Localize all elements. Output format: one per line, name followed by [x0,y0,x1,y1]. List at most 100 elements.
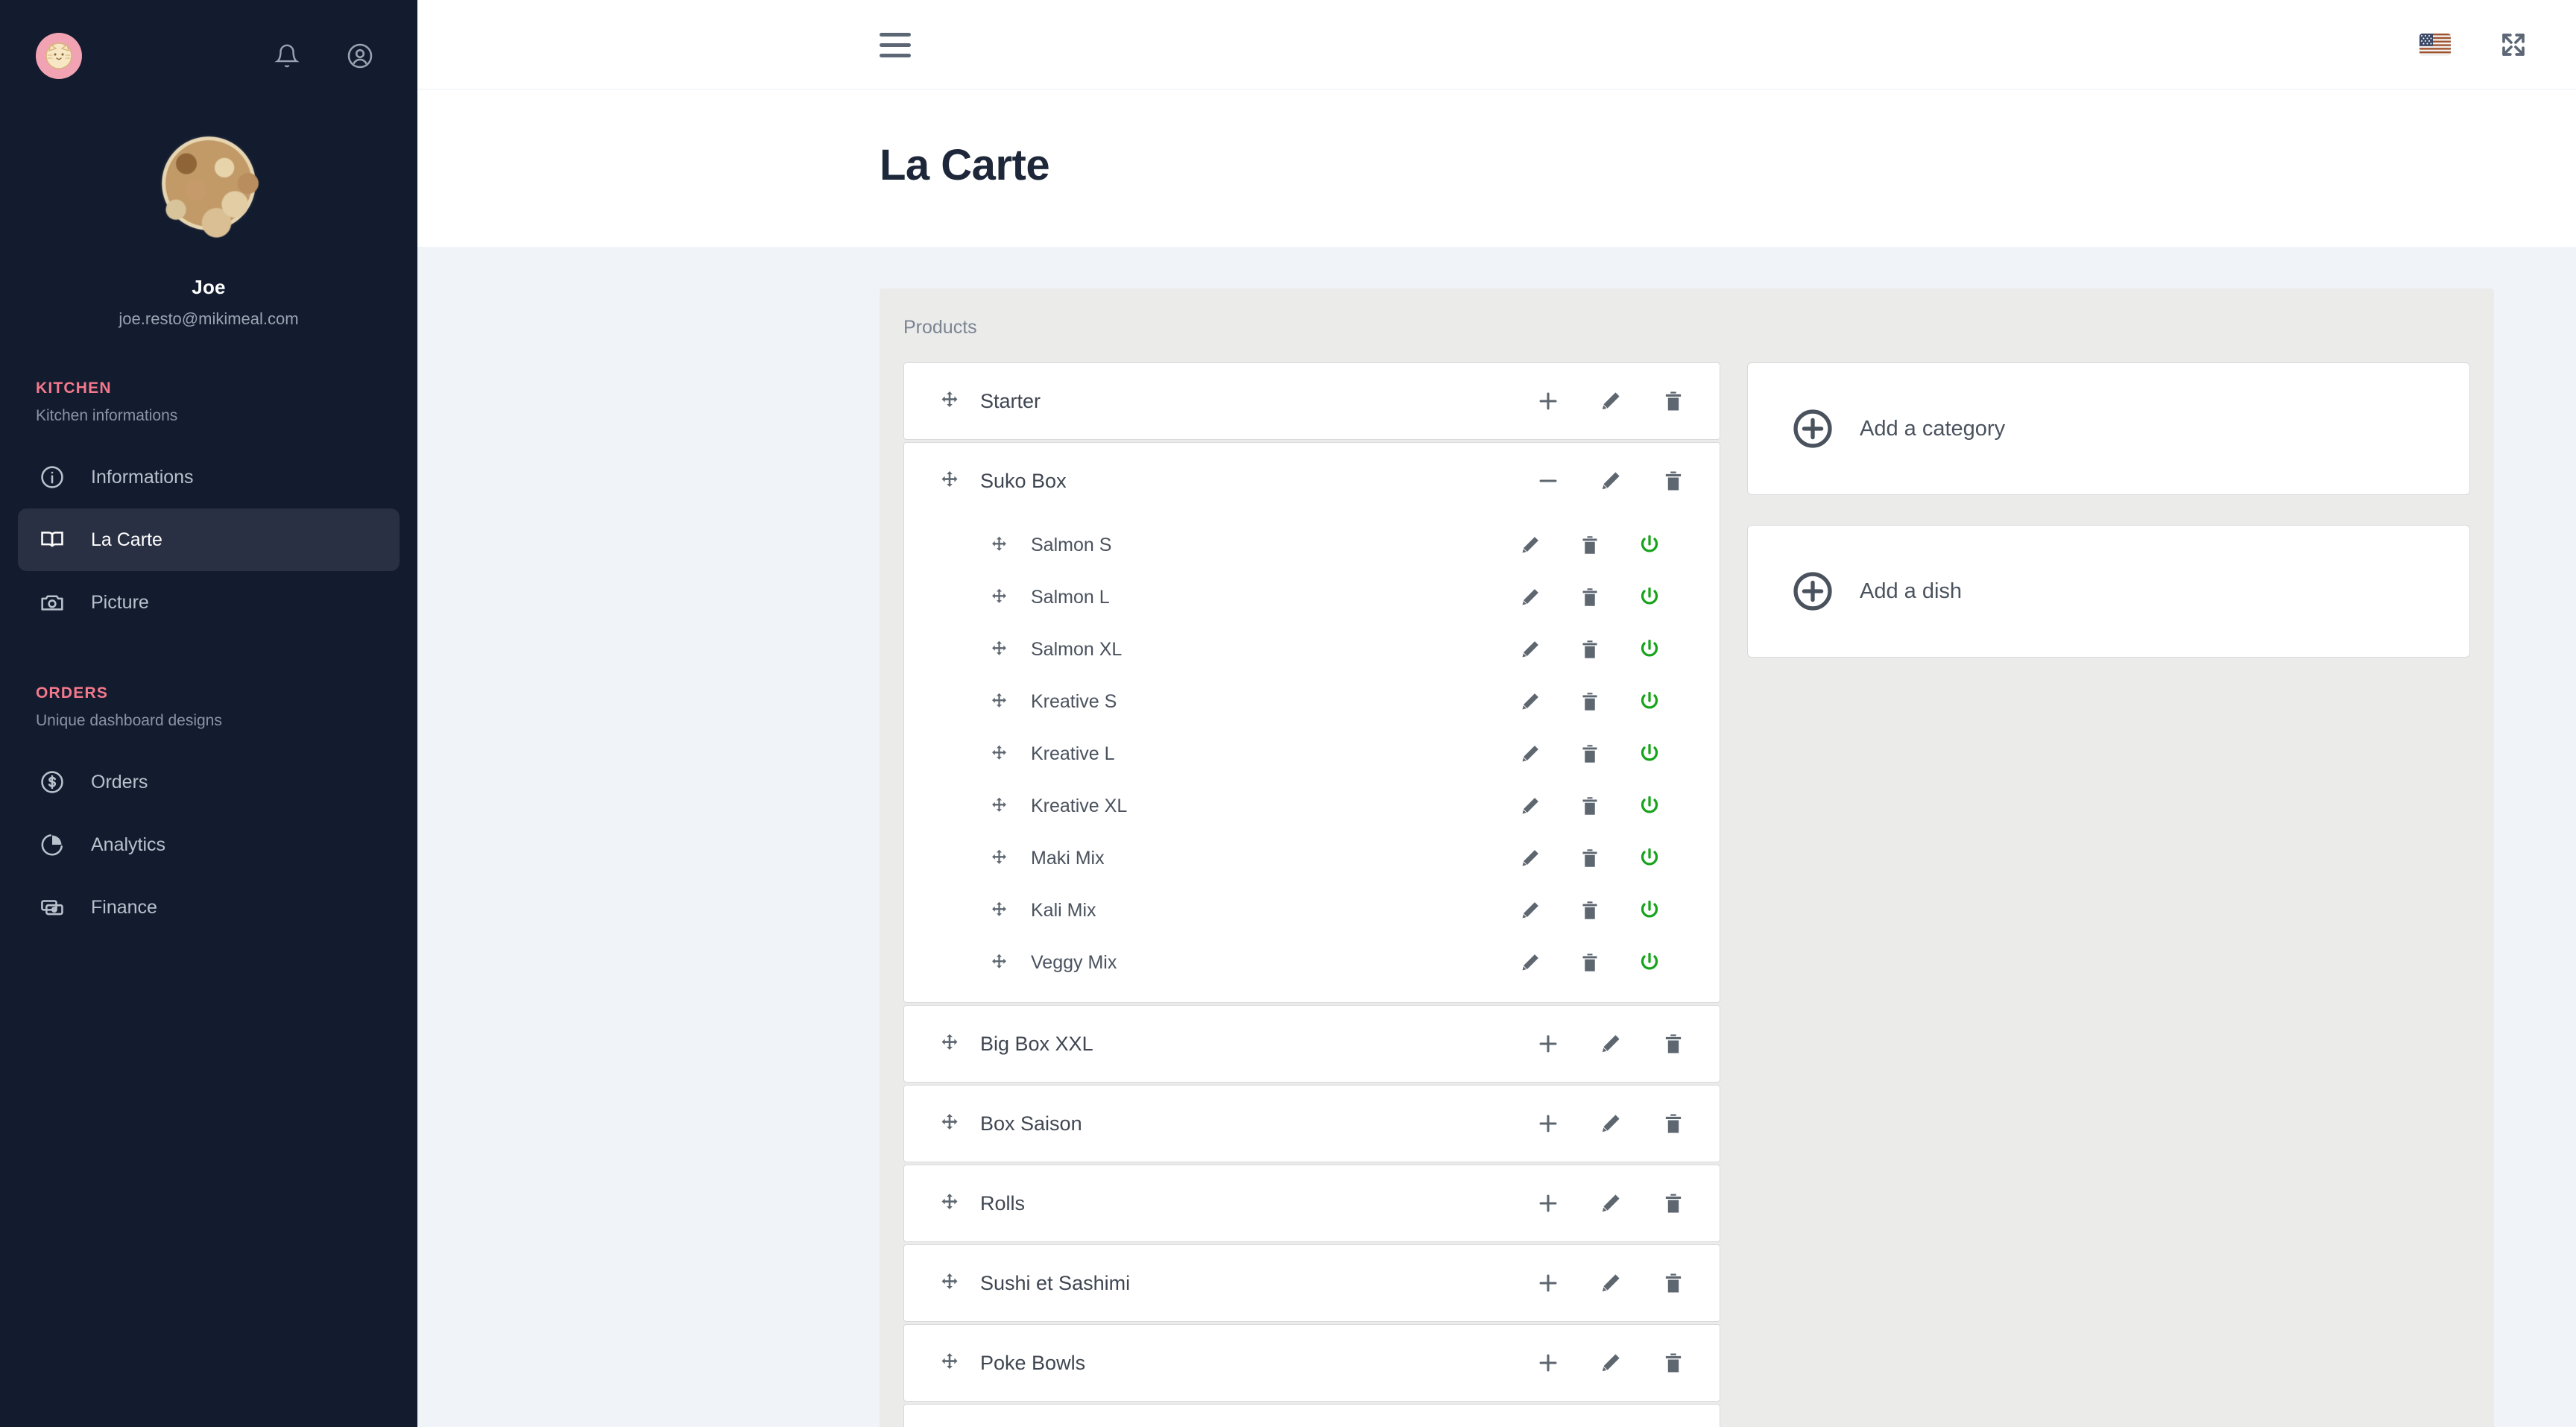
category-card [903,1404,1720,1427]
pencil-icon[interactable] [1517,897,1544,924]
drag-move-icon[interactable] [935,1349,964,1377]
pencil-icon[interactable] [1517,949,1544,976]
trash-icon[interactable] [1576,636,1603,663]
pencil-icon[interactable] [1596,1188,1626,1218]
dish-row[interactable]: Maki Mix [904,832,1720,884]
pencil-icon[interactable] [1596,1268,1626,1298]
power-toggle-icon[interactable] [1636,740,1663,767]
power-toggle-icon[interactable] [1636,949,1663,976]
pencil-icon[interactable] [1517,688,1544,715]
pencil-icon[interactable] [1517,793,1544,819]
pencil-icon[interactable] [1596,1109,1626,1138]
cat-logo-icon[interactable] [36,33,82,79]
category-row[interactable]: Big Box XXL [904,1006,1720,1082]
trash-icon[interactable] [1576,740,1603,767]
fullscreen-expand-icon[interactable] [2498,30,2528,60]
sidebar-item-informations[interactable]: Informations [18,446,400,508]
user-account-icon[interactable] [343,39,377,73]
drag-move-icon[interactable] [986,689,1011,714]
pencil-icon[interactable] [1517,532,1544,558]
plus-icon[interactable] [1533,1268,1563,1298]
sidebar-item-picture[interactable]: Picture [18,571,400,634]
power-toggle-icon[interactable] [1636,793,1663,819]
plus-icon[interactable] [1533,1029,1563,1059]
power-toggle-icon[interactable] [1636,845,1663,872]
category-row[interactable]: Poke Bowls [904,1325,1720,1401]
notification-bell-icon[interactable] [270,39,304,73]
pencil-icon[interactable] [1517,845,1544,872]
dish-row[interactable]: Kreative XL [904,780,1720,832]
side-action-cards: Add a category Add a dish [1747,362,2470,687]
dish-row[interactable]: Salmon S [904,519,1720,571]
trash-icon[interactable] [1658,1029,1688,1059]
drag-move-icon[interactable] [935,467,964,495]
power-toggle-icon[interactable] [1636,532,1663,558]
trash-icon[interactable] [1576,688,1603,715]
drag-move-icon[interactable] [935,1109,964,1138]
trash-icon[interactable] [1658,1348,1688,1378]
pencil-icon[interactable] [1517,740,1544,767]
trash-icon[interactable] [1658,1188,1688,1218]
category-row[interactable] [904,1405,1720,1427]
pencil-icon[interactable] [1596,466,1626,496]
trash-icon[interactable] [1658,1268,1688,1298]
us-flag-icon[interactable] [2419,33,2451,56]
power-toggle-icon[interactable] [1636,688,1663,715]
drag-move-icon[interactable] [935,1030,964,1058]
drag-move-icon[interactable] [935,1189,964,1217]
sidebar-item-analytics[interactable]: Analytics [18,813,400,876]
power-toggle-icon[interactable] [1636,584,1663,611]
drag-move-icon[interactable] [986,845,1011,871]
trash-icon[interactable] [1576,949,1603,976]
dish-row[interactable]: Kreative S [904,675,1720,728]
add-category-button[interactable]: Add a category [1747,362,2470,495]
power-toggle-icon[interactable] [1636,897,1663,924]
dish-row[interactable]: Salmon XL [904,623,1720,675]
pencil-icon[interactable] [1517,584,1544,611]
trash-icon[interactable] [1658,466,1688,496]
drag-move-icon[interactable] [986,898,1011,923]
trash-icon[interactable] [1576,532,1603,558]
sidebar-item-la-carte[interactable]: La Carte [18,508,400,571]
trash-icon[interactable] [1576,897,1603,924]
sidebar-item-label: Informations [91,466,194,488]
drag-move-icon[interactable] [935,1269,964,1297]
minus-icon[interactable] [1533,466,1563,496]
category-row[interactable]: Rolls [904,1165,1720,1241]
trash-icon[interactable] [1576,793,1603,819]
dish-row[interactable]: Salmon L [904,571,1720,623]
drag-move-icon[interactable] [986,532,1011,558]
drag-move-icon[interactable] [986,585,1011,610]
sidebar-item-orders[interactable]: Orders [18,751,400,813]
trash-icon[interactable] [1576,584,1603,611]
pencil-icon[interactable] [1596,1348,1626,1378]
hamburger-menu-icon[interactable] [880,33,911,57]
category-name: Box Saison [980,1112,1082,1135]
trash-icon[interactable] [1658,386,1688,416]
sidebar-item-label: Analytics [91,834,166,855]
plus-icon[interactable] [1533,386,1563,416]
category-row[interactable]: Box Saison [904,1086,1720,1162]
drag-move-icon[interactable] [986,741,1011,766]
category-row[interactable]: Starter [904,363,1720,439]
plus-icon[interactable] [1533,1109,1563,1138]
drag-move-icon[interactable] [986,950,1011,975]
pencil-icon[interactable] [1596,1029,1626,1059]
plus-icon[interactable] [1533,1348,1563,1378]
category-row[interactable]: Sushi et Sashimi [904,1245,1720,1321]
trash-icon[interactable] [1576,845,1603,872]
sidebar-item-finance[interactable]: Finance [18,876,400,939]
pencil-icon[interactable] [1517,636,1544,663]
add-dish-button[interactable]: Add a dish [1747,525,2470,658]
dish-row[interactable]: Kali Mix [904,884,1720,936]
drag-move-icon[interactable] [935,387,964,415]
pencil-icon[interactable] [1596,386,1626,416]
dish-row[interactable]: Kreative L [904,728,1720,780]
trash-icon[interactable] [1658,1109,1688,1138]
drag-move-icon[interactable] [986,637,1011,662]
category-row[interactable]: Suko Box [904,443,1720,519]
power-toggle-icon[interactable] [1636,636,1663,663]
dish-row[interactable]: Veggy Mix [904,936,1720,989]
plus-icon[interactable] [1533,1188,1563,1218]
drag-move-icon[interactable] [986,793,1011,819]
